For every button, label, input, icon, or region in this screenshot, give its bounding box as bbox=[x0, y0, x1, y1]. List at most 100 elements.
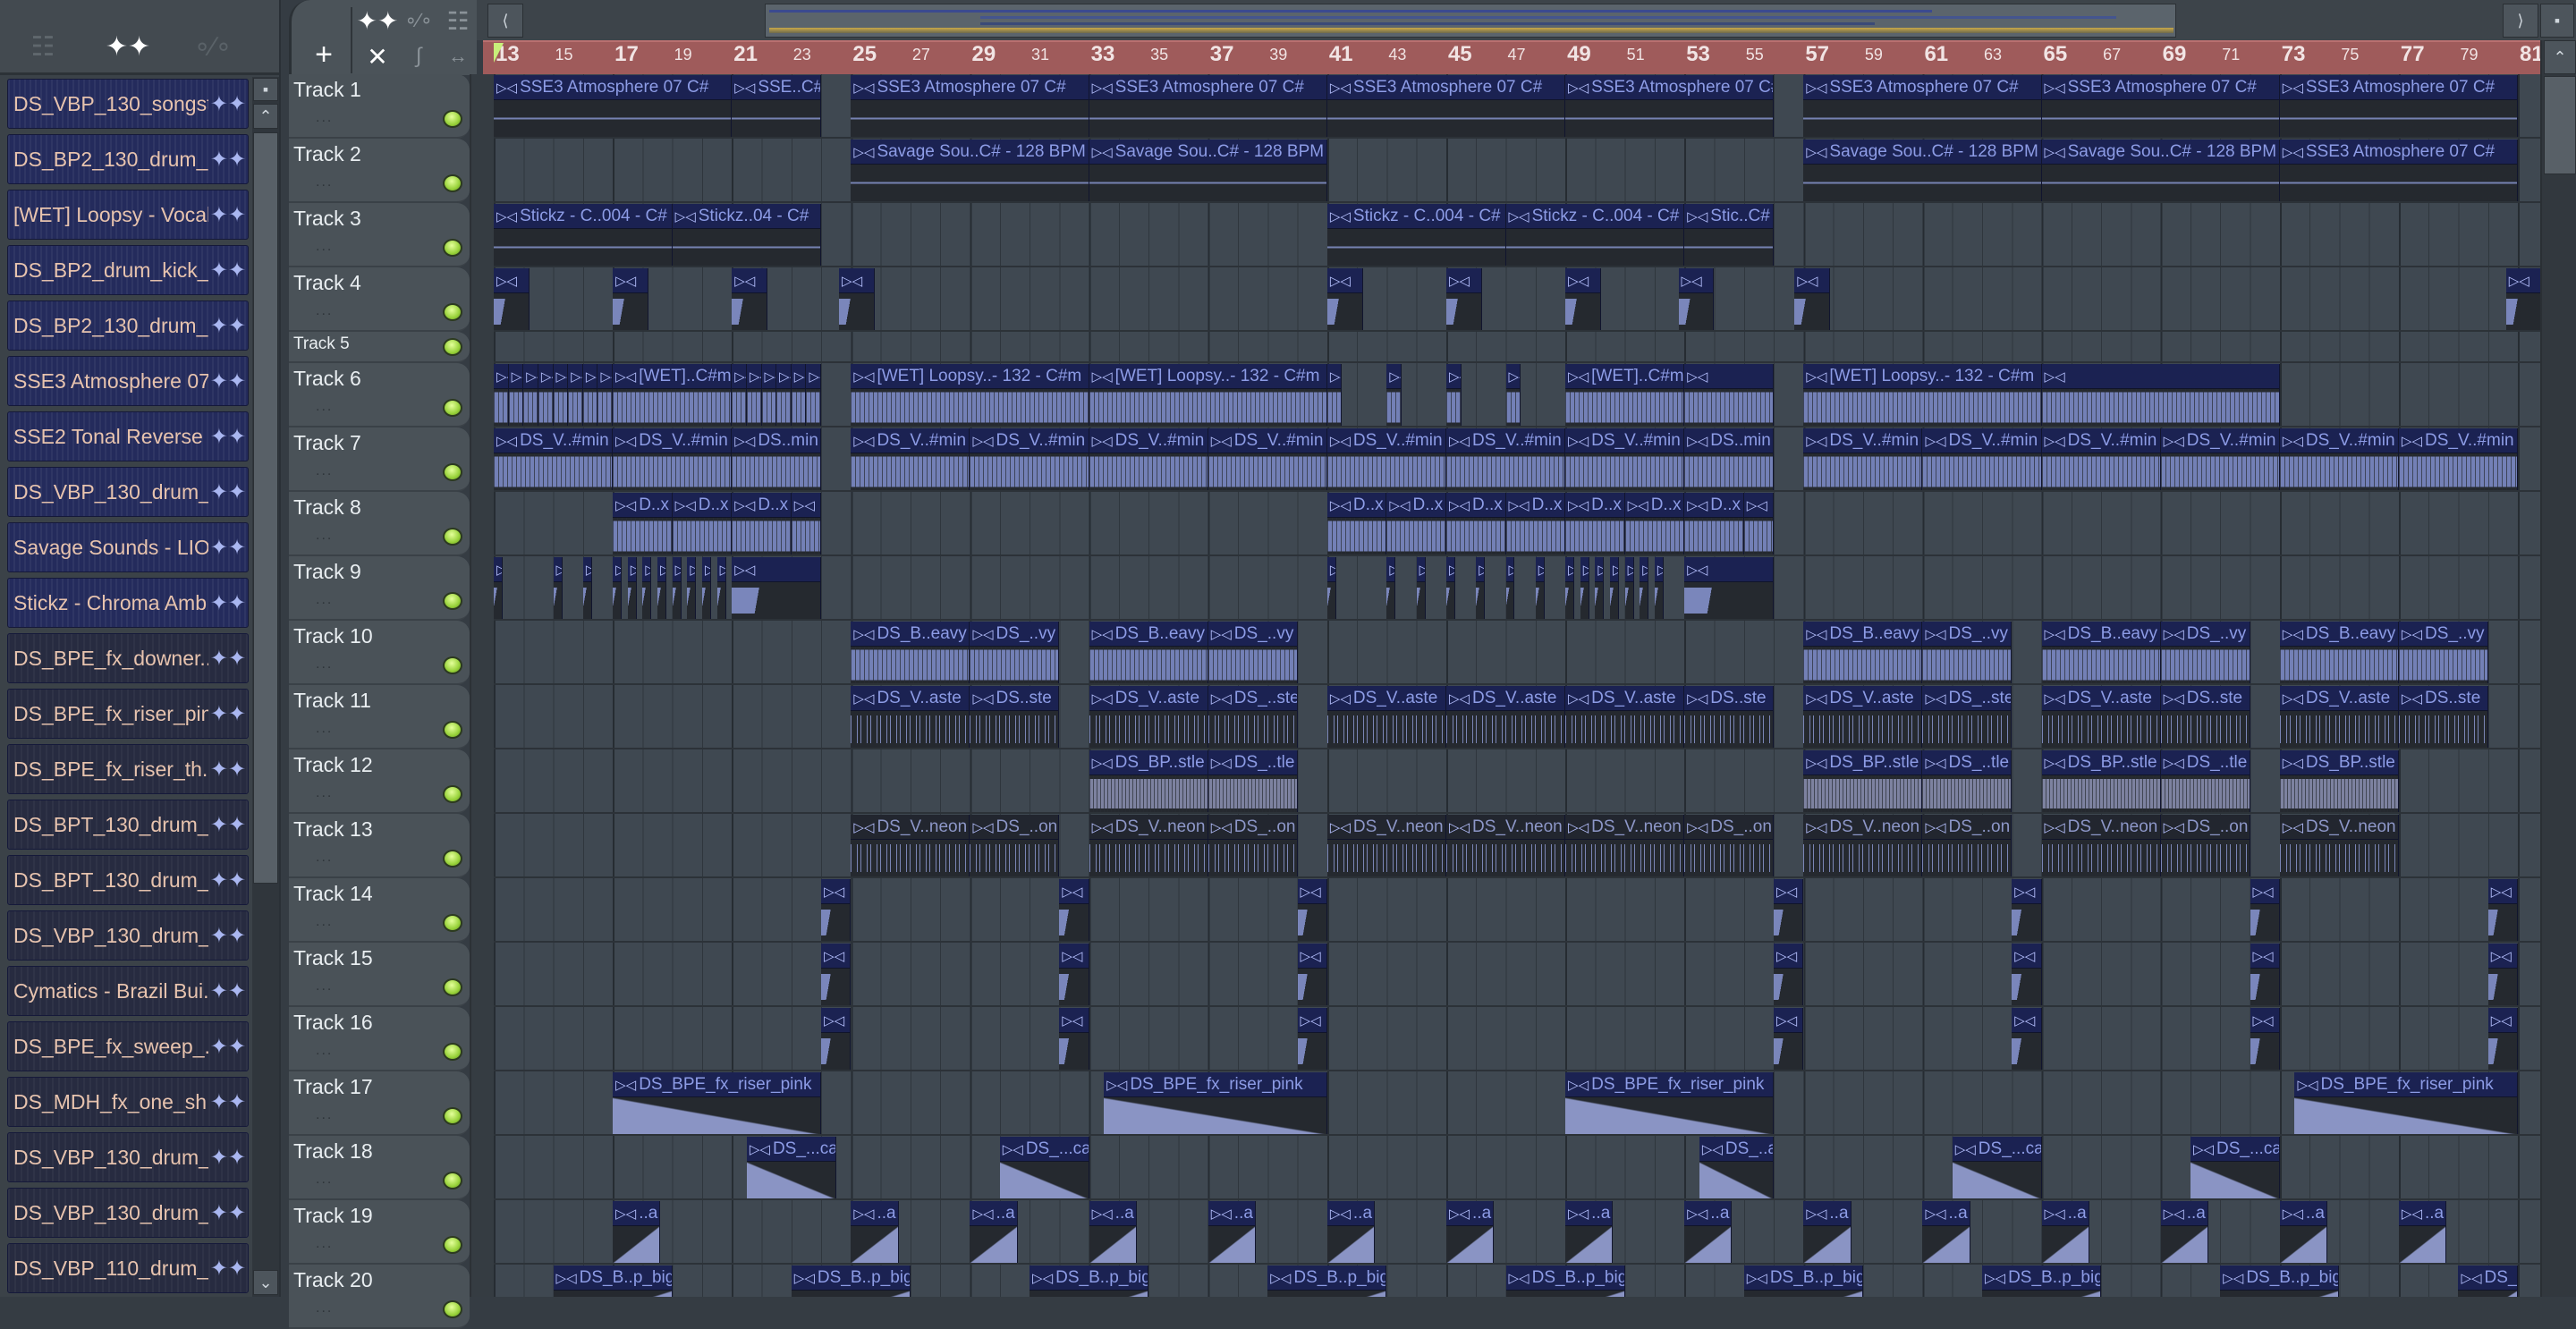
audio-clip[interactable]: ▷◁ bbox=[627, 557, 637, 619]
audio-clip[interactable]: ▷◁ DS_B..p_big bbox=[1982, 1266, 2102, 1297]
audio-clip[interactable]: ▷◁ DS_B..p_big bbox=[2220, 1266, 2340, 1297]
audio-clip[interactable]: ▷◁ bbox=[1326, 364, 1343, 426]
clip-menu-icon[interactable]: ▷◁ bbox=[842, 274, 862, 289]
clip-menu-icon[interactable]: ▷◁ bbox=[1032, 1271, 1053, 1286]
audio-clip[interactable]: ▷◁ DS_..vy bbox=[1922, 622, 2012, 683]
track-mute-led[interactable] bbox=[443, 721, 462, 739]
audio-clip[interactable]: ▷◁ bbox=[1416, 557, 1426, 619]
clip-menu-icon[interactable]: ▷◁ bbox=[615, 1206, 636, 1222]
clip-menu-icon[interactable]: ▷◁ bbox=[2509, 274, 2529, 289]
audio-clip[interactable]: ▷◁ DS_V..#min bbox=[1208, 428, 1327, 490]
audio-clip[interactable]: ▷◁ ..a bbox=[970, 1201, 1018, 1263]
clip-header[interactable]: ▷◁ DS_...ca bbox=[1952, 1137, 2041, 1162]
clip-header[interactable]: ▷◁ bbox=[2250, 1008, 2279, 1033]
clip-menu-icon[interactable]: ▷◁ bbox=[1806, 756, 1826, 771]
clip-menu-icon[interactable]: ▷◁ bbox=[600, 369, 612, 385]
clip-menu-icon[interactable]: ▷◁ bbox=[2402, 627, 2422, 642]
clip-header[interactable]: ▷◁ DS_BPE_fx_riser_pink bbox=[1565, 1072, 1774, 1097]
audio-clip[interactable]: ▷◁ bbox=[1610, 557, 1619, 619]
clip-header[interactable]: ▷◁ DS..ste bbox=[1684, 686, 1774, 711]
clip-menu-icon[interactable]: ▷◁ bbox=[1449, 434, 1470, 449]
clip-menu-icon[interactable]: ▷◁ bbox=[1687, 563, 1707, 578]
clip-menu-icon[interactable]: ▷◁ bbox=[2491, 949, 2512, 964]
clip-menu-icon[interactable]: ▷◁ bbox=[1092, 627, 1113, 642]
audio-clip[interactable]: ▷◁ bbox=[821, 879, 852, 941]
track-mute-led[interactable] bbox=[443, 1107, 462, 1125]
clip-header[interactable]: ▷◁ D..x bbox=[1565, 493, 1624, 518]
clip-header[interactable]: ▷◁ DS_...ca bbox=[2190, 1137, 2279, 1162]
track-mute-led[interactable] bbox=[443, 239, 462, 257]
track-mute-led[interactable] bbox=[443, 914, 462, 932]
clip-menu-icon[interactable]: ▷◁ bbox=[1682, 274, 1702, 289]
clip-menu-icon[interactable]: ▷◁ bbox=[556, 369, 568, 385]
clip-header[interactable]: ▷◁ DS_BPE_fx_riser_pink bbox=[613, 1072, 821, 1097]
track-options[interactable]: ... bbox=[316, 1043, 333, 1059]
audio-clip[interactable]: ▷◁ bbox=[494, 557, 503, 619]
track-options[interactable]: ... bbox=[316, 528, 333, 544]
track-mute-led[interactable] bbox=[443, 1236, 462, 1254]
clip-menu-icon[interactable]: ▷◁ bbox=[2402, 434, 2422, 449]
audio-clip[interactable]: ▷◁ DS_..vy bbox=[970, 622, 1060, 683]
clip-menu-icon[interactable]: ▷◁ bbox=[1583, 563, 1589, 578]
track-header[interactable]: Track 11... bbox=[289, 685, 470, 749]
clip-menu-icon[interactable]: ▷◁ bbox=[1301, 949, 1321, 964]
clip-menu-icon[interactable]: ▷◁ bbox=[1330, 274, 1351, 289]
clip-menu-icon[interactable]: ▷◁ bbox=[541, 369, 553, 385]
audio-clip[interactable]: ▷◁ bbox=[1684, 364, 1775, 426]
clip-header[interactable]: ▷◁ DS_..ste bbox=[1922, 686, 2012, 711]
clip-header[interactable]: ▷◁ DS_V..neon bbox=[1565, 815, 1684, 840]
audio-clip[interactable]: ▷◁ bbox=[582, 364, 598, 426]
audio-clip[interactable]: ▷◁ D..x bbox=[732, 493, 792, 554]
clip-menu-icon[interactable]: ▷◁ bbox=[1925, 627, 1945, 642]
browser-item[interactable]: DS_VBP_130_drum_.. ✦✦ bbox=[7, 910, 249, 961]
clip-header[interactable]: ▷◁ D..x bbox=[1326, 493, 1386, 518]
clip-menu-icon[interactable]: ▷◁ bbox=[734, 434, 755, 449]
clip-menu-icon[interactable]: ▷◁ bbox=[972, 691, 993, 707]
clip-menu-icon[interactable]: ▷◁ bbox=[2014, 885, 2035, 900]
audio-clip[interactable]: ▷◁ DS..ste bbox=[1684, 686, 1775, 748]
clip-menu-icon[interactable]: ▷◁ bbox=[1806, 80, 1826, 96]
clip-menu-icon[interactable]: ▷◁ bbox=[1509, 498, 1530, 513]
clip-menu-icon[interactable]: ▷◁ bbox=[1330, 209, 1351, 224]
audio-clip[interactable]: ▷◁ DS_...ca bbox=[1952, 1137, 2042, 1198]
clip-menu-icon[interactable]: ▷◁ bbox=[1211, 756, 1232, 771]
clip-header[interactable]: ▷◁ bbox=[553, 364, 568, 389]
track-options[interactable]: ... bbox=[316, 785, 333, 801]
clip-menu-icon[interactable]: ▷◁ bbox=[2283, 1206, 2303, 1222]
audio-clip[interactable]: ▷◁ [WET] Loopsy..- 132 - C#m bbox=[1089, 364, 1327, 426]
clip-header[interactable]: ▷◁ bbox=[568, 364, 582, 389]
clip-header[interactable]: ▷◁ bbox=[1386, 364, 1402, 389]
browser-item[interactable]: DS_BPE_fx_riser_th.. ✦✦ bbox=[7, 744, 249, 794]
clip-menu-icon[interactable]: ▷◁ bbox=[1301, 1013, 1321, 1028]
clip-menu-icon[interactable]: ▷◁ bbox=[2164, 434, 2184, 449]
clip-header[interactable]: ▷◁ DS_V..aste bbox=[1326, 686, 1445, 711]
clip-header[interactable]: ▷◁DS_..big bbox=[2458, 1266, 2518, 1291]
audio-clip[interactable]: ▷◁ DS_V..aste bbox=[1326, 686, 1446, 748]
clip-menu-icon[interactable]: ▷◁ bbox=[675, 563, 681, 578]
track-header[interactable]: Track 8... bbox=[289, 492, 470, 556]
audio-clip[interactable]: ▷◁ Stickz - C..004 - C# bbox=[494, 204, 673, 266]
audio-clip[interactable]: ▷◁ bbox=[761, 364, 777, 426]
track-header[interactable]: Track 2... bbox=[289, 139, 470, 203]
clip-header[interactable]: ▷◁ DS_V..aste bbox=[1089, 686, 1208, 711]
clip-header[interactable]: ▷◁ ..a bbox=[1208, 1201, 1255, 1226]
track-mute-led[interactable] bbox=[443, 656, 462, 674]
scroll-up-button[interactable]: ⌃ bbox=[2544, 40, 2576, 74]
clip-header[interactable]: ▷◁ bbox=[1654, 557, 1663, 582]
clip-menu-icon[interactable]: ▷◁ bbox=[1270, 1271, 1291, 1286]
audio-clip[interactable]: ▷◁ DS..ste bbox=[970, 686, 1060, 748]
audio-clip[interactable]: ▷◁ DS_..vy bbox=[2160, 622, 2250, 683]
clip-header[interactable]: ▷◁ bbox=[1743, 493, 1774, 518]
audio-clip[interactable]: ▷◁ DS_V..neon bbox=[851, 815, 970, 876]
track-header[interactable]: Track 10... bbox=[289, 621, 470, 685]
clip-header[interactable]: ▷◁ bbox=[791, 493, 821, 518]
clip-header[interactable]: ▷◁ DS_V..neon bbox=[2041, 815, 2160, 840]
clip-header[interactable]: ▷◁ [WET]..C#m bbox=[613, 364, 732, 389]
clip-header[interactable]: ▷◁ bbox=[508, 364, 523, 389]
audio-clip[interactable]: ▷◁ bbox=[553, 364, 569, 426]
clip-header[interactable]: ▷◁ Savage Sou..C# - 128 BPM bbox=[851, 140, 1089, 165]
audio-clip[interactable]: ▷◁ DS_...ca bbox=[746, 1137, 836, 1198]
audio-clip[interactable]: ▷◁ DS_...ca bbox=[999, 1137, 1089, 1198]
audio-clip[interactable]: ▷◁ bbox=[2487, 944, 2519, 1005]
audio-clip[interactable]: ▷◁ ..a bbox=[1445, 1201, 1495, 1263]
